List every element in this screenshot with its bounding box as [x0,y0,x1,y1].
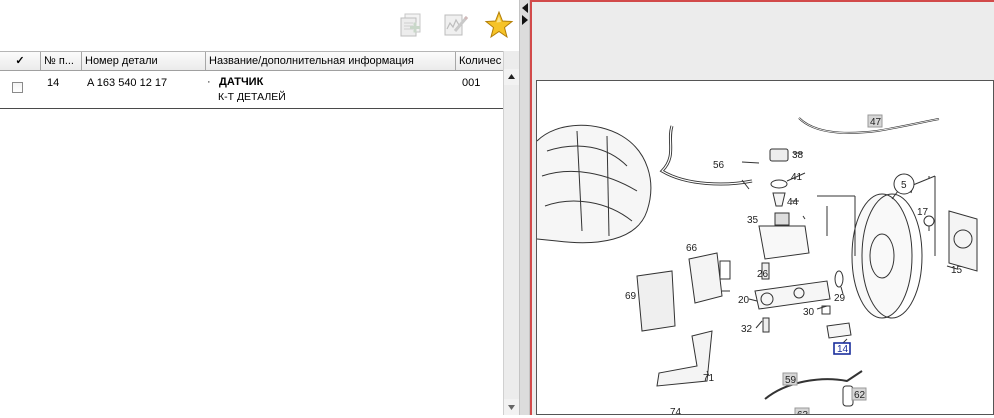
favorite-button[interactable] [484,10,514,40]
callout-59[interactable]: 59 [785,375,797,386]
scroll-down-button[interactable] [504,399,519,415]
row-part-number: A 163 540 12 17 [87,77,168,89]
column-header-quantity[interactable]: Количес [456,52,503,70]
row-bullet: · [207,76,211,88]
callout-20[interactable]: 20 [738,295,750,306]
column-header-check[interactable]: ✓ [0,52,41,70]
callout-35[interactable]: 35 [747,215,759,226]
parts-grid: ✓ № п... Номер детали Название/дополните… [0,51,519,415]
column-header-position[interactable]: № п... [41,52,82,70]
callout-29[interactable]: 29 [834,293,846,304]
table-row[interactable]: 14 A 163 540 12 17 · ДАТЧИК К-Т ДЕТАЛЕЙ … [0,71,503,109]
callout-71[interactable]: 71 [703,373,715,384]
row-position: 14 [47,77,60,89]
pane-splitter[interactable] [519,0,530,415]
exploded-view-drawing[interactable]: 47 56 38 41 44 5 17 35 66 26 15 69 20 29… [536,80,994,415]
scroll-up-button[interactable] [504,69,519,85]
callout-44[interactable]: 44 [787,197,799,208]
parts-toolbar [0,0,519,50]
scroll-down-arrow-icon [508,405,515,410]
scroll-up-arrow-icon [508,74,515,79]
callout-74[interactable]: 74 [670,407,682,415]
callout-30[interactable]: 30 [803,307,815,318]
column-header-part-number[interactable]: Номер детали [82,52,206,70]
callout-62[interactable]: 62 [854,390,866,401]
callout-56[interactable]: 56 [713,160,725,171]
callout-15[interactable]: 15 [951,265,963,276]
callout-47[interactable]: 47 [870,117,882,128]
collapse-left-icon[interactable] [521,3,529,13]
edit-note-icon [444,14,469,36]
parts-list-pane: ✓ № п... Номер детали Название/дополните… [0,0,519,415]
grid-vertical-scrollbar[interactable] [503,51,519,415]
grid-header: ✓ № п... Номер детали Название/дополните… [0,51,503,71]
row-quantity: 001 [462,77,481,89]
callout-69[interactable]: 69 [625,291,637,302]
callout-41[interactable]: 41 [791,172,803,183]
copy-to-list-button[interactable] [396,10,426,40]
callout-26[interactable]: 26 [757,269,769,280]
callout-5[interactable]: 5 [901,180,907,191]
row-name: ДАТЧИК [219,76,264,88]
edit-note-button[interactable] [441,10,471,40]
callout-14-highlighted[interactable]: 14 [837,344,849,355]
column-header-name[interactable]: Название/дополнительная информация [206,52,456,70]
favorite-star-icon [484,10,514,39]
brake-booster-diagram: 47 56 38 41 44 5 17 35 66 26 15 69 20 29… [537,114,978,415]
copy-to-list-icon [400,13,421,37]
drawing-toolbar [532,2,994,46]
callout-38[interactable]: 38 [792,150,804,161]
row-checkbox[interactable] [12,82,23,93]
collapse-right-icon[interactable] [521,15,529,25]
drawing-pane: 47 56 38 41 44 5 17 35 66 26 15 69 20 29… [530,0,994,415]
callout-66[interactable]: 66 [686,243,698,254]
callout-17[interactable]: 17 [917,207,929,218]
callout-32[interactable]: 32 [741,324,753,335]
row-info: К-Т ДЕТАЛЕЙ [218,91,286,103]
callout-63[interactable]: 63 [797,410,809,415]
